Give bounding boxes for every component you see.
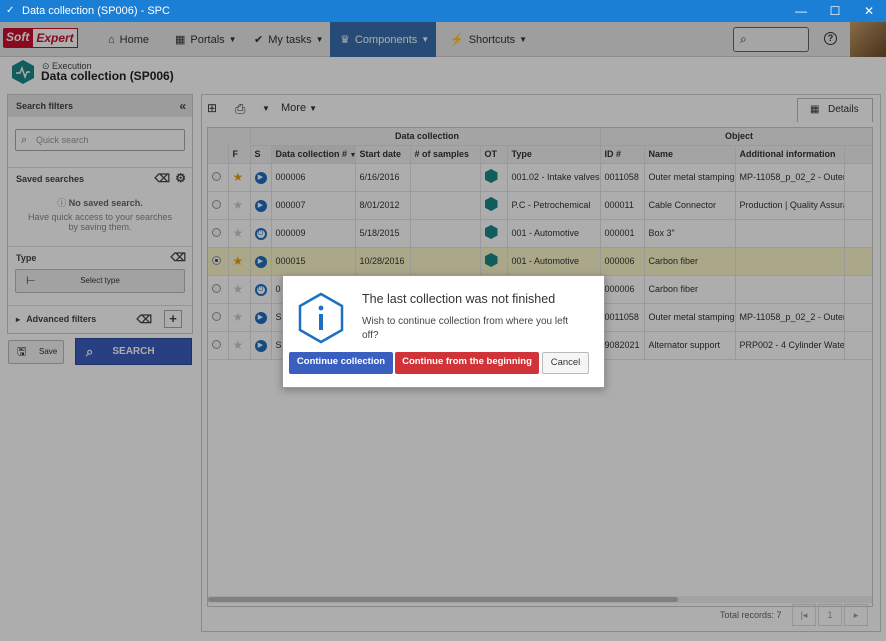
info-icon xyxy=(298,292,344,344)
cancel-button[interactable]: Cancel xyxy=(542,352,589,374)
close-window-button[interactable]: ✕ xyxy=(852,0,886,22)
window-title: Data collection (SP006) - SPC xyxy=(22,5,170,17)
window-titlebar: ✓ Data collection (SP006) - SPC — ☐ ✕ xyxy=(0,0,886,22)
unfinished-collection-dialog: The last collection was not finished Wis… xyxy=(282,275,605,388)
dialog-message: Wish to continue collection from where y… xyxy=(362,316,569,341)
dialog-title: The last collection was not finished xyxy=(362,292,556,306)
minimize-button[interactable]: — xyxy=(784,0,818,22)
app-icon: ✓ xyxy=(6,5,15,16)
continue-collection-button[interactable]: Continue collection xyxy=(289,352,393,374)
maximize-button[interactable]: ☐ xyxy=(818,0,852,22)
continue-from-beginning-button[interactable]: Continue from the beginning xyxy=(395,352,539,374)
